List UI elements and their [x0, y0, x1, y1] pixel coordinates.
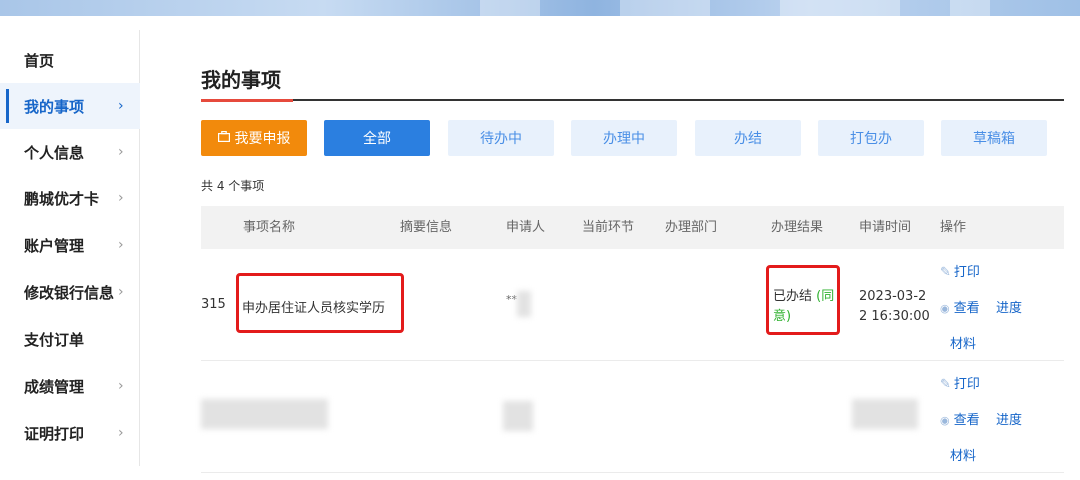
sidebar-item-scores[interactable]: 成绩管理 ›: [0, 363, 140, 409]
apply-time: 2023-03-2 2 16:30:00: [859, 287, 930, 327]
progress-link[interactable]: 进度: [996, 409, 1022, 428]
column-header-step: 当前环节: [582, 220, 635, 235]
table-row: ✎ 打印 ◉ 查看 进度 材料: [201, 361, 1064, 473]
print-link[interactable]: ✎ 打印: [940, 373, 980, 392]
sidebar-item-label: 个人信息: [24, 143, 85, 162]
column-header-time: 申请时间: [859, 220, 912, 235]
material-link[interactable]: 材料: [950, 333, 976, 352]
pencil-icon: ✎: [940, 377, 951, 392]
sidebar-item-label: 鹏城优才卡: [24, 189, 100, 208]
applicant-name: **: [506, 293, 517, 306]
matter-id: 315: [201, 297, 226, 312]
sidebar-item-label: 证明打印: [24, 424, 85, 443]
chevron-right-icon: ›: [118, 144, 124, 160]
view-label: 查看: [953, 301, 980, 316]
sidebar-item-home[interactable]: 首页: [0, 37, 140, 83]
tab-bundle[interactable]: 打包办: [818, 120, 924, 156]
column-header-applicant: 申请人: [506, 220, 546, 235]
sidebar-item-my-matters[interactable]: 我的事项 ›: [0, 83, 140, 129]
highlight-box-matter-name: [236, 273, 404, 333]
redacted-matter-name: [201, 399, 328, 429]
apply-time-clock: 2 16:30:00: [859, 309, 930, 324]
progress-link[interactable]: 进度: [996, 297, 1022, 316]
highlight-box-result: [766, 265, 840, 335]
tab-done[interactable]: 办结: [695, 120, 801, 156]
redacted-apply-time: [852, 399, 918, 429]
sidebar-item-label: 成绩管理: [24, 377, 85, 396]
column-header-result: 办理结果: [771, 220, 824, 235]
sidebar-item-label: 我的事项: [24, 97, 85, 116]
sidebar-item-label: 支付订单: [24, 330, 85, 349]
redacted-applicant: [517, 291, 531, 317]
print-link[interactable]: ✎ 打印: [940, 261, 980, 280]
eye-icon: ◉: [940, 414, 950, 427]
apply-button-label: 我要申报: [234, 131, 291, 147]
eye-icon: ◉: [940, 302, 950, 315]
sidebar-item-personal-info[interactable]: 个人信息 ›: [0, 129, 140, 175]
material-link[interactable]: 材料: [950, 445, 976, 464]
chevron-right-icon: ›: [118, 425, 124, 441]
chevron-right-icon: ›: [118, 98, 124, 114]
briefcase-icon: [217, 131, 230, 145]
chevron-right-icon: ›: [118, 378, 124, 394]
chevron-right-icon: ›: [118, 190, 124, 206]
page-title: 我的事项: [201, 68, 281, 92]
matter-count: 共 4 个事项: [201, 179, 265, 193]
sidebar-item-label: 修改银行信息: [24, 283, 115, 302]
redacted-applicant: [503, 401, 533, 431]
sidebar-item-payment-orders[interactable]: 支付订单: [0, 316, 140, 362]
column-header-dept: 办理部门: [665, 220, 718, 235]
chevron-right-icon: ›: [118, 237, 124, 253]
sidebar-item-label: 账户管理: [24, 236, 85, 255]
view-label: 查看: [953, 413, 980, 428]
apply-button[interactable]: 我要申报: [201, 120, 307, 156]
sidebar-item-label: 首页: [24, 51, 55, 70]
sidebar-item-bank-info[interactable]: 修改银行信息 ›: [0, 269, 140, 315]
table-header: 事项名称 摘要信息 申请人 当前环节 办理部门 办理结果 申请时间 操作: [201, 206, 1064, 249]
view-link[interactable]: ◉ 查看: [940, 297, 980, 316]
pencil-icon: ✎: [940, 265, 951, 280]
sidebar-item-account[interactable]: 账户管理 ›: [0, 222, 140, 268]
print-label: 打印: [953, 265, 980, 280]
tab-all[interactable]: 全部: [324, 120, 430, 156]
chevron-right-icon: ›: [118, 284, 124, 300]
column-header-name: 事项名称: [243, 220, 296, 235]
column-header-summary: 摘要信息: [400, 220, 453, 235]
sidebar: 首页 我的事项 › 个人信息 › 鹏城优才卡 › 账户管理 › 修改银行信息 ›…: [0, 30, 140, 466]
print-label: 打印: [953, 377, 980, 392]
tab-processing[interactable]: 办理中: [571, 120, 677, 156]
tab-drafts[interactable]: 草稿箱: [941, 120, 1047, 156]
main-content: 我的事项 我要申报 全部 待办中 办理中 办结 打包办 草稿箱 共 4 个事项 …: [201, 0, 1065, 480]
sidebar-item-certificate-print[interactable]: 证明打印 ›: [0, 410, 140, 456]
tab-pending[interactable]: 待办中: [448, 120, 554, 156]
column-header-ops: 操作: [940, 220, 967, 235]
sidebar-item-talent-card[interactable]: 鹏城优才卡 ›: [0, 175, 140, 221]
title-divider: [201, 99, 1064, 101]
apply-time-date: 2023-03-2: [859, 289, 927, 304]
view-link[interactable]: ◉ 查看: [940, 409, 980, 428]
title-accent-bar: [201, 99, 293, 102]
